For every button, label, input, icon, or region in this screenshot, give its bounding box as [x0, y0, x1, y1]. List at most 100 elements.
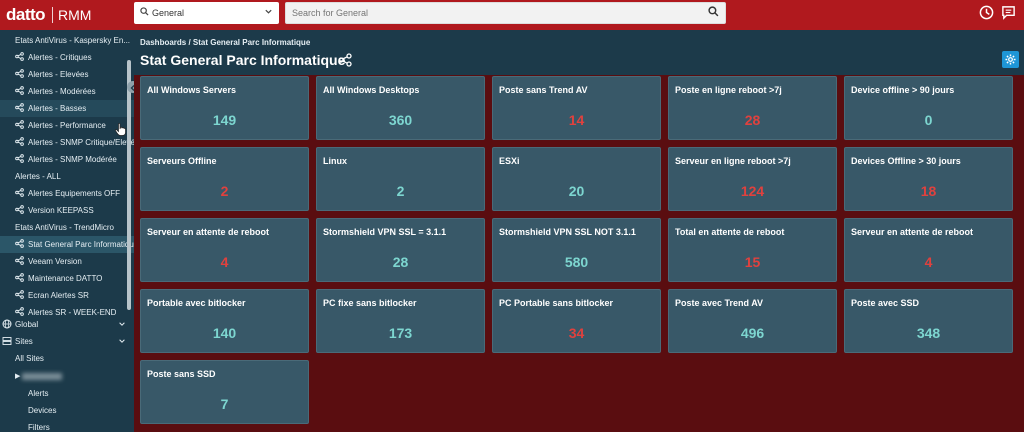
- dashboard-widget-tile[interactable]: Linux 2: [316, 147, 485, 211]
- dashboard-widget-tile[interactable]: Total en attente de reboot 15: [668, 218, 837, 282]
- dashboard-widget-tile[interactable]: Poste sans Trend AV 14: [492, 76, 661, 140]
- sidebar-item-label: Devices: [28, 406, 57, 415]
- sidebar-item-alerts[interactable]: Alerts: [0, 385, 134, 402]
- widget-count[interactable]: 4: [141, 254, 308, 270]
- dashboard-widget-tile[interactable]: Serveur en ligne reboot >7j 124: [668, 147, 837, 211]
- sidebar-item[interactable]: Alertes - Critiques: [0, 49, 134, 66]
- search-input[interactable]: [285, 2, 726, 24]
- clock-icon[interactable]: [979, 5, 994, 20]
- widget-count[interactable]: 20: [493, 183, 660, 199]
- widget-count[interactable]: 348: [845, 325, 1012, 341]
- sidebar-item-label: Alertes - Modérées: [28, 87, 96, 96]
- dashboard-widget-tile[interactable]: Serveur en attente de reboot 4: [844, 218, 1013, 282]
- breadcrumb[interactable]: Dashboards / Stat General Parc Informati…: [140, 38, 310, 47]
- sidebar-collapse-button[interactable]: [127, 81, 134, 93]
- datto-logo[interactable]: datto: [6, 5, 46, 25]
- dashboard-widget-tile[interactable]: Device offline > 90 jours 0: [844, 76, 1013, 140]
- dashboard-widget-tile[interactable]: PC fixe sans bitlocker 173: [316, 289, 485, 353]
- sidebar-item[interactable]: Alertes - SNMP Modérée: [0, 151, 134, 168]
- sidebar-item[interactable]: Veeam Version: [0, 253, 134, 270]
- widget-title: Poste sans SSD: [147, 369, 216, 379]
- widget-count[interactable]: 140: [141, 325, 308, 341]
- sidebar: Etats AntiVirus - Kaspersky En... Alertes…: [0, 30, 134, 432]
- widget-title: All Windows Servers: [147, 85, 236, 95]
- dashboard-widget-tile[interactable]: Serveurs Offline 2: [140, 147, 309, 211]
- sidebar-item[interactable]: Stat General Parc Informatique: [0, 236, 134, 253]
- sidebar-section-global[interactable]: Global: [0, 316, 134, 333]
- widget-count[interactable]: 0: [845, 112, 1012, 128]
- widget-title: Portable avec bitlocker: [147, 298, 246, 308]
- widget-count[interactable]: 149: [141, 112, 308, 128]
- scope-select[interactable]: General: [134, 2, 279, 24]
- sidebar-scrollbar[interactable]: [127, 60, 131, 310]
- widget-count[interactable]: 2: [317, 183, 484, 199]
- widget-title: Serveurs Offline: [147, 156, 217, 166]
- sidebar-item[interactable]: Maintenance DATTO: [0, 270, 134, 287]
- widget-count[interactable]: 28: [669, 112, 836, 128]
- widget-title: Linux: [323, 156, 347, 166]
- sidebar-item[interactable]: Alertes - Performance: [0, 117, 134, 134]
- widget-title: Stormshield VPN SSL = 3.1.1: [323, 227, 447, 237]
- chat-icon[interactable]: [1001, 5, 1016, 20]
- page-title: Stat General Parc Informatique: [140, 52, 346, 68]
- dashboard-settings-button[interactable]: [1002, 51, 1019, 68]
- widget-count[interactable]: 7: [141, 396, 308, 412]
- widget-count[interactable]: 28: [317, 254, 484, 270]
- widget-count[interactable]: 173: [317, 325, 484, 341]
- widget-count[interactable]: 14: [493, 112, 660, 128]
- sidebar-item[interactable]: Alertes - Basses: [0, 100, 134, 117]
- dashboard-widget-tile[interactable]: Serveur en attente de reboot 4: [140, 218, 309, 282]
- dashboard-widget-tile[interactable]: Stormshield VPN SSL = 3.1.1 28: [316, 218, 485, 282]
- sidebar-item[interactable]: Alertes Equipements OFF: [0, 185, 134, 202]
- search-button-icon[interactable]: [708, 6, 719, 17]
- sidebar-item-label: Etats AntiVirus - TrendMicro: [15, 223, 114, 232]
- widget-title: Poste avec Trend AV: [675, 298, 764, 308]
- chevron-down-icon: [119, 339, 125, 343]
- caret-right-icon[interactable]: ▶: [15, 372, 20, 380]
- sidebar-item-site[interactable]: ▶: [0, 368, 134, 385]
- widget-title: Stormshield VPN SSL NOT 3.1.1: [499, 227, 636, 237]
- widget-title: Serveur en ligne reboot >7j: [675, 156, 791, 166]
- share-icon: [15, 290, 24, 301]
- top-bar: datto RMM General: [0, 0, 1024, 30]
- sidebar-item[interactable]: Etats AntiVirus - TrendMicro: [0, 219, 134, 236]
- dashboard-widget-tile[interactable]: Poste avec Trend AV 496: [668, 289, 837, 353]
- widget-count[interactable]: 34: [493, 325, 660, 341]
- widget-count[interactable]: 2: [141, 183, 308, 199]
- sidebar-item[interactable]: Alertes - Elevées: [0, 66, 134, 83]
- sidebar-item[interactable]: Alertes - SNMP Critique/Elevée: [0, 134, 134, 151]
- dashboard-widget-tile[interactable]: Devices Offline > 30 jours 18: [844, 147, 1013, 211]
- widget-count[interactable]: 15: [669, 254, 836, 270]
- widget-count[interactable]: 580: [493, 254, 660, 270]
- dashboard-widget-tile[interactable]: Stormshield VPN SSL NOT 3.1.1 580: [492, 218, 661, 282]
- widget-count[interactable]: 4: [845, 254, 1012, 270]
- sidebar-item-all-sites[interactable]: All Sites: [0, 350, 134, 367]
- sidebar-item[interactable]: Alertes - ALL: [0, 168, 134, 185]
- sidebar-item-filters[interactable]: Filters: [0, 419, 134, 432]
- widget-count[interactable]: 496: [669, 325, 836, 341]
- sidebar-item-label: Alertes - Critiques: [28, 53, 92, 62]
- sidebar-item[interactable]: Etats AntiVirus - Kaspersky En...: [0, 32, 134, 49]
- share-icon: [15, 188, 24, 199]
- widget-count[interactable]: 18: [845, 183, 1012, 199]
- dashboard-widget-tile[interactable]: Poste en ligne reboot >7j 28: [668, 76, 837, 140]
- dashboard-header: Dashboards / Stat General Parc Informati…: [134, 30, 1024, 75]
- widget-count[interactable]: 360: [317, 112, 484, 128]
- widget-title: Poste en ligne reboot >7j: [675, 85, 782, 95]
- dashboard-widget-tile[interactable]: All Windows Desktops 360: [316, 76, 485, 140]
- widget-title: All Windows Desktops: [323, 85, 420, 95]
- sidebar-section-sites[interactable]: Sites: [0, 333, 134, 350]
- sidebar-item[interactable]: Alertes - Modérées: [0, 83, 134, 100]
- dashboard-widget-tile[interactable]: Poste avec SSD 348: [844, 289, 1013, 353]
- dashboard-widget-tile[interactable]: PC Portable sans bitlocker 34: [492, 289, 661, 353]
- dashboard-widget-tile[interactable]: ESXi 20: [492, 147, 661, 211]
- dashboard-widget-tile[interactable]: Portable avec bitlocker 140: [140, 289, 309, 353]
- share-icon[interactable]: [338, 53, 352, 67]
- dashboard-widget-tile[interactable]: All Windows Servers 149: [140, 76, 309, 140]
- sidebar-item[interactable]: Version KEEPASS: [0, 202, 134, 219]
- widget-title: Devices Offline > 30 jours: [851, 156, 961, 166]
- sidebar-item[interactable]: Ecran Alertes SR: [0, 287, 134, 304]
- dashboard-widget-tile[interactable]: Poste sans SSD 7: [140, 360, 309, 424]
- widget-count[interactable]: 124: [669, 183, 836, 199]
- sidebar-item-devices[interactable]: Devices: [0, 402, 134, 419]
